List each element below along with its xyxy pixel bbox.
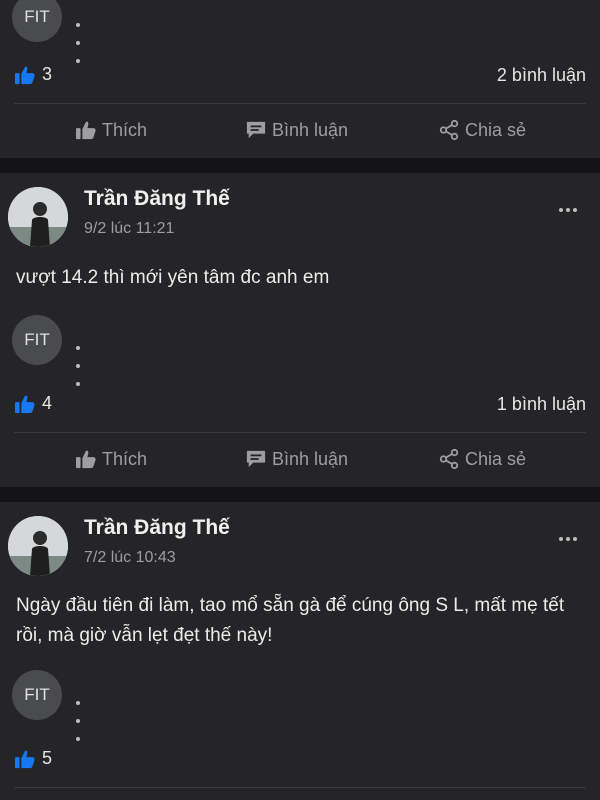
more-dots-icon[interactable] <box>559 528 580 546</box>
post-stats: 5 <box>14 744 586 774</box>
post-stats: 3 2 bình luận <box>14 60 586 90</box>
like-button[interactable]: Thích <box>75 439 147 479</box>
fit-badge[interactable]: FIT <box>12 0 62 42</box>
share-icon <box>439 448 459 470</box>
action-bar: Thích Bình luận Chia sẻ <box>0 110 600 150</box>
post-timestamp[interactable]: 7/2 lúc 10:43 <box>84 549 176 567</box>
like-count: 3 <box>42 64 53 84</box>
divider <box>14 103 586 104</box>
like-stat[interactable]: 5 <box>14 748 52 769</box>
fit-badge[interactable]: FIT <box>12 315 62 365</box>
avatar[interactable] <box>8 516 68 576</box>
divider <box>14 432 586 433</box>
like-label: Thích <box>102 119 148 140</box>
post-separator <box>0 158 600 173</box>
post-card: Trần Đăng Thế 7/2 lúc 10:43 Ngày đầu tiê… <box>0 502 600 800</box>
like-stat[interactable]: 4 <box>14 393 52 414</box>
thumbs-up-outline-icon <box>76 121 96 140</box>
comment-icon <box>246 121 266 139</box>
author-name[interactable]: Trần Đăng Thế <box>84 187 230 211</box>
comment-icon <box>246 450 266 468</box>
thumbs-up-icon <box>15 395 35 413</box>
comment-button[interactable]: Bình luận <box>245 110 348 150</box>
more-dots-icon[interactable] <box>559 199 580 217</box>
like-stat[interactable]: 3 <box>14 64 52 85</box>
post-stats: 4 1 bình luận <box>14 389 586 419</box>
fit-badge[interactable]: FIT <box>12 670 62 720</box>
author-name[interactable]: Trần Đăng Thế <box>84 516 230 540</box>
avatar[interactable] <box>8 187 68 247</box>
comment-label: Bình luận <box>272 448 349 469</box>
post-separator <box>0 487 600 502</box>
share-label: Chia sẻ <box>465 448 527 469</box>
post-header: Trần Đăng Thế 7/2 lúc 10:43 <box>0 502 600 582</box>
thumbs-up-icon <box>15 66 35 84</box>
divider <box>14 787 586 788</box>
like-button[interactable]: Thích <box>75 110 147 150</box>
comment-label: Bình luận <box>272 119 349 140</box>
post-timestamp[interactable]: 9/2 lúc 11:21 <box>84 220 174 238</box>
thumbs-up-outline-icon <box>76 450 96 469</box>
comment-button[interactable]: Bình luận <box>245 439 348 479</box>
like-label: Thích <box>102 448 148 469</box>
post-header: Trần Đăng Thế 9/2 lúc 11:21 <box>0 173 600 253</box>
like-count: 4 <box>42 393 53 413</box>
post-content: vượt 14.2 thì mới yên tâm đc anh em <box>16 267 330 288</box>
share-button[interactable]: Chia sẻ <box>438 439 526 479</box>
more-dots-icon[interactable] <box>76 337 83 391</box>
post-content: Ngày đầu tiên đi làm, tao mổ sẵn gà để c… <box>16 595 565 646</box>
thumbs-up-icon <box>15 750 35 768</box>
action-bar: Thích Bình luận Chia sẻ <box>0 439 600 479</box>
post-card: Trần Đăng Thế 9/2 lúc 11:21 vượt 14.2 th… <box>0 173 600 487</box>
like-count: 5 <box>42 748 53 768</box>
post-card: FIT 3 2 bình luận Thích Bình luận Chia s… <box>0 0 600 158</box>
comment-count[interactable]: 1 bình luận <box>497 394 586 415</box>
share-button[interactable]: Chia sẻ <box>438 110 526 150</box>
more-dots-icon[interactable] <box>76 692 83 746</box>
comment-count[interactable]: 2 bình luận <box>497 65 586 86</box>
share-icon <box>439 119 459 141</box>
share-label: Chia sẻ <box>465 119 527 140</box>
